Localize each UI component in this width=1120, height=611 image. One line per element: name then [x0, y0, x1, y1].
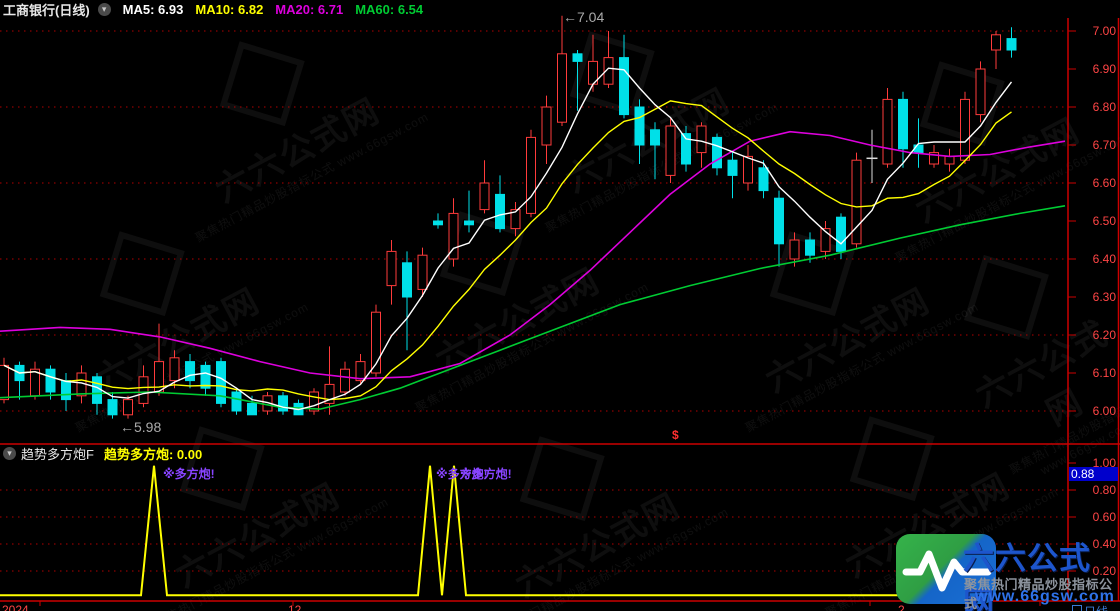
- candle: [62, 373, 71, 411]
- candle: [341, 362, 350, 396]
- candle: [697, 122, 706, 168]
- candle: [15, 362, 24, 400]
- price-axis-label: 6.40: [1082, 252, 1116, 266]
- indicator-axis-label: 0.80: [1082, 483, 1116, 497]
- candle: [945, 149, 954, 172]
- candle: [992, 31, 1001, 69]
- price-axis-label: 6.90: [1082, 62, 1116, 76]
- candle: [248, 396, 257, 415]
- candle: [961, 92, 970, 164]
- candle: [310, 388, 319, 415]
- event-marker[interactable]: $: [672, 428, 679, 442]
- low-price-annotation: ←5.98: [120, 419, 161, 435]
- candle: [1007, 27, 1016, 57]
- candle: [558, 16, 567, 126]
- signal-label: ※多方炮!: [163, 465, 215, 482]
- candle: [666, 118, 675, 183]
- candle: [620, 35, 629, 119]
- candle: [899, 92, 908, 168]
- candle: [542, 96, 551, 164]
- price-axis-label: 7.00: [1082, 24, 1116, 38]
- date-axis-label: 2024: [2, 603, 29, 611]
- candle: [744, 145, 753, 191]
- candle: [217, 358, 226, 407]
- candle: [232, 388, 241, 415]
- indicator-header: ▾ 趋势多方炮F 趋势多方炮: 0.00: [0, 446, 202, 461]
- price-axis-label: 6.30: [1082, 290, 1116, 304]
- candle: [604, 31, 613, 88]
- candle: [496, 175, 505, 232]
- candle: [821, 221, 830, 259]
- candlesticks: [0, 16, 1016, 419]
- high-price-annotation: ←7.04: [563, 9, 604, 25]
- candle: [775, 191, 784, 267]
- candle: [480, 160, 489, 213]
- indicator-axis-label: 0.40: [1082, 537, 1116, 551]
- title-bar: 工商银行(日线) ▾ MA5: 6.93 MA10: 6.82 MA20: 6.…: [0, 0, 1120, 18]
- ma5-value-label: MA5: 6.93: [123, 2, 184, 17]
- price-axis-label: 6.10: [1082, 366, 1116, 380]
- candle: [852, 153, 861, 248]
- candle: [713, 134, 722, 176]
- ma10-line: [4, 101, 1012, 400]
- candle: [449, 198, 458, 266]
- period-label[interactable]: 日线: [1084, 603, 1108, 611]
- candle: [465, 191, 474, 233]
- ma10-value-label: MA10: 6.82: [195, 2, 263, 17]
- indicator-name[interactable]: 趋势多方炮F: [21, 444, 94, 463]
- indicator-plot[interactable]: [0, 466, 940, 596]
- price-axis-label: 6.50: [1082, 214, 1116, 228]
- candle: [759, 160, 768, 198]
- candle: [651, 122, 660, 179]
- candle: [728, 153, 737, 199]
- ma60-value-label: MA60: 6.54: [355, 2, 423, 17]
- candle: [976, 61, 985, 122]
- candle: [124, 396, 133, 419]
- price-axis-label: 6.70: [1082, 138, 1116, 152]
- indicator-value: 趋势多方炮: 0.00: [104, 444, 202, 463]
- candle: [186, 354, 195, 388]
- trading-app-window: 六六公式网聚焦热门精品炒股指标公式 www.66gsw.com六六公式网聚焦热门…: [0, 0, 1120, 611]
- candle: [139, 365, 148, 407]
- candle: [325, 346, 334, 414]
- candle: [930, 145, 939, 168]
- indicator-line: [0, 466, 940, 596]
- chevron-down-icon[interactable]: ▾: [3, 447, 16, 460]
- candle: [635, 99, 644, 164]
- signal-label: ※多方炮!: [460, 465, 512, 482]
- gridlines: [0, 31, 1076, 571]
- candle: [867, 130, 878, 183]
- candle: [387, 240, 396, 305]
- candle: [155, 324, 164, 396]
- date-axis-label: 12: [288, 603, 301, 611]
- candle: [682, 126, 691, 172]
- candle: [434, 213, 443, 228]
- chevron-down-icon[interactable]: ▾: [98, 3, 111, 16]
- ma20-value-label: MA20: 6.71: [275, 2, 343, 17]
- price-axis-label: 6.80: [1082, 100, 1116, 114]
- price-axis-label: 6.00: [1082, 404, 1116, 418]
- indicator-axis-label: 0.20: [1082, 564, 1116, 578]
- candle: [573, 50, 582, 111]
- chart-canvas[interactable]: [0, 0, 1120, 611]
- current-value-badge: 0.88: [1069, 467, 1118, 481]
- stock-title: 工商银行(日线): [3, 0, 90, 19]
- candle: [403, 251, 412, 350]
- candle: [31, 362, 40, 400]
- price-axis-label: 6.20: [1082, 328, 1116, 342]
- indicator-axis-label: 0.60: [1082, 510, 1116, 524]
- candle: [372, 305, 381, 377]
- candle: [883, 88, 892, 168]
- price-axis-label: 6.60: [1082, 176, 1116, 190]
- candle: [279, 392, 288, 415]
- candle: [527, 130, 536, 217]
- candle: [511, 202, 520, 236]
- candle: [201, 362, 210, 396]
- period-icon[interactable]: [1072, 605, 1082, 611]
